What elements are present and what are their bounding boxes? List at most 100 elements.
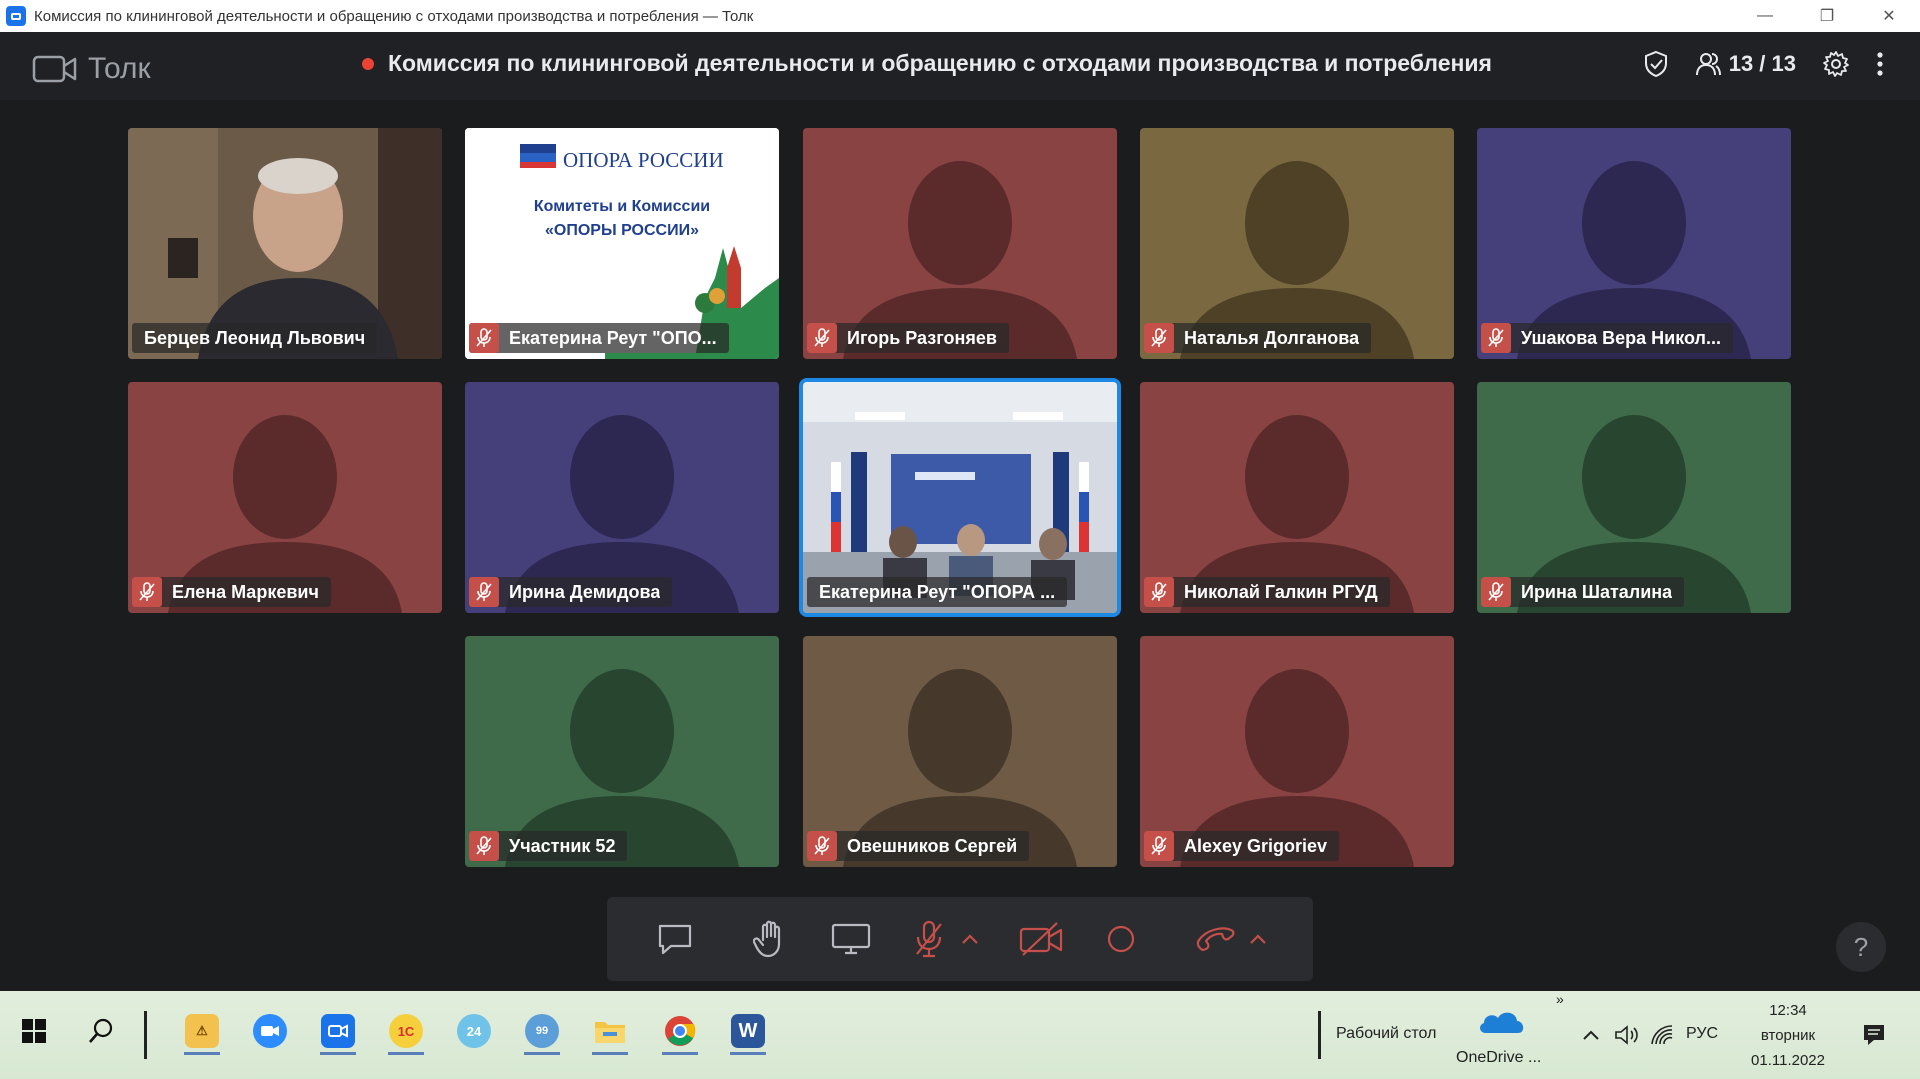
participant-nameplate: Наталья Долганова — [1144, 323, 1372, 353]
raise-hand-button[interactable] — [743, 915, 799, 963]
slide-line2: «ОПОРЫ РОССИИ» — [545, 222, 699, 239]
taskbar-search-button[interactable] — [80, 1007, 124, 1055]
hand-icon — [753, 920, 781, 958]
1c-icon: 1С — [389, 1014, 423, 1048]
bitrix24-icon: 24 — [457, 1014, 491, 1048]
shield-icon[interactable] — [1643, 50, 1669, 78]
tolk-app-icon — [321, 1014, 355, 1048]
app-icon — [6, 6, 26, 26]
help-button[interactable]: ? — [1836, 922, 1886, 972]
input-language[interactable]: РУС — [1686, 1025, 1718, 1043]
participant-tile[interactable]: ОПОРА РОССИИ Комитеты и Комиссии «ОПОРЫ … — [465, 128, 779, 359]
participant-name: Берцев Леонид Львович — [144, 327, 366, 348]
taskbar-app-1c[interactable]: 1С — [384, 1007, 428, 1055]
participants-button[interactable]: 13 / 13 — [1695, 51, 1796, 77]
taskbar-app-notes[interactable]: ⚠ — [180, 1007, 224, 1055]
desktop-toolbar-label[interactable]: Рабочий стол — [1336, 1025, 1436, 1043]
mic-off-icon — [469, 577, 499, 607]
participant-name: Екатерина Реут "ОПО... — [509, 327, 717, 348]
taskbar-app-tolk[interactable] — [316, 1007, 360, 1055]
camera-off-icon — [1019, 922, 1063, 956]
restore-button[interactable]: ❐ — [1796, 0, 1858, 32]
taskbar-app-explorer[interactable] — [588, 1007, 632, 1055]
onedrive-icon[interactable] — [1476, 1005, 1528, 1040]
chrome-icon — [665, 1016, 696, 1046]
camera-toggle-button[interactable] — [1013, 915, 1069, 963]
participant-tile[interactable]: Ушакова Вера Никол... — [1477, 128, 1791, 359]
minimize-button[interactable]: — — [1734, 0, 1796, 32]
participant-name: Игорь Разгоняев — [847, 327, 997, 348]
toolbar-overflow-chevron[interactable]: » — [1556, 991, 1564, 1007]
start-button[interactable] — [12, 1007, 56, 1055]
chat-icon — [658, 924, 692, 955]
clock-date: 01.11.2022 — [1751, 1052, 1825, 1069]
taskbar-app-word[interactable]: W — [726, 1007, 770, 1055]
window-titlebar: Комиссия по клининговой деятельности и о… — [0, 0, 1920, 32]
taskbar-divider — [1318, 1011, 1321, 1059]
meeting-title-text: Комиссия по клининговой деятельности и о… — [388, 50, 1492, 76]
participants-count: 13 / 13 — [1728, 51, 1796, 76]
mic-off-icon — [807, 323, 837, 353]
clock-weekday: вторник — [1760, 1027, 1816, 1044]
record-button[interactable] — [1099, 915, 1143, 963]
participants-grid: Берцев Леонид Львович ОПОРА РОССИИ Комит… — [0, 100, 1920, 992]
gear-icon[interactable] — [1822, 50, 1850, 78]
chat-button[interactable] — [647, 915, 703, 963]
taskbar-app-zoom[interactable] — [248, 1007, 292, 1055]
mic-off-icon — [469, 831, 499, 861]
participant-nameplate: Ушакова Вера Никол... — [1481, 323, 1733, 353]
taskbar-app-24[interactable]: 24 — [452, 1007, 496, 1055]
participant-tile[interactable]: Игорь Разгоняев — [803, 128, 1117, 359]
participant-nameplate: Екатерина Реут "ОПО... — [469, 323, 729, 353]
participant-tile[interactable]: Николай Галкин РГУД — [1140, 382, 1454, 613]
notifications-icon[interactable] — [1862, 1023, 1886, 1047]
zoom-icon — [253, 1014, 287, 1048]
participant-nameplate: Елена Маркевич — [132, 577, 331, 607]
participant-name: Ирина Шаталина — [1521, 581, 1673, 602]
volume-icon[interactable] — [1614, 1024, 1640, 1046]
participant-name: Елена Маркевич — [172, 581, 319, 602]
participant-name: Alexey Grigoriev — [1184, 835, 1328, 856]
participants-icon — [1695, 53, 1721, 76]
participant-name: Екатерина Реут "ОПОРА ... — [819, 581, 1056, 602]
brand: Толк — [32, 52, 151, 86]
folder-icon — [595, 1022, 625, 1043]
taskbar-app-chrome[interactable] — [658, 1007, 702, 1055]
record-icon — [1107, 925, 1135, 953]
participant-tile[interactable]: Участник 52 — [465, 636, 779, 867]
mic-off-icon — [1144, 323, 1174, 353]
participant-tile[interactable]: Ирина Демидова — [465, 382, 779, 613]
participant-tile[interactable]: Наталья Долганова — [1140, 128, 1454, 359]
participant-name: Овешников Сергей — [847, 835, 1018, 856]
monitor-icon — [831, 923, 871, 955]
participant-tile[interactable]: Овешников Сергей — [803, 636, 1117, 867]
participant-tile-active-speaker[interactable]: Екатерина Реут "ОПОРА ... — [799, 378, 1121, 617]
microphone-toggle-button[interactable] — [903, 915, 955, 963]
share-screen-button[interactable] — [823, 915, 879, 963]
clock[interactable]: 12:34 вторник 01.11.2022 — [1738, 999, 1838, 1073]
participant-tile[interactable]: Alexey Grigoriev — [1140, 636, 1454, 867]
leave-call-button[interactable] — [1187, 915, 1243, 963]
chevron-up-icon — [962, 934, 978, 944]
mic-off-icon — [1481, 577, 1511, 607]
participant-nameplate: Берцев Леонид Львович — [132, 323, 378, 353]
wifi-icon[interactable] — [1650, 1024, 1674, 1046]
microphone-options-button[interactable] — [957, 915, 983, 963]
mic-off-icon — [469, 323, 499, 353]
more-vertical-icon[interactable] — [1876, 51, 1884, 77]
onedrive-label[interactable]: OneDrive ... — [1456, 1049, 1541, 1067]
taskbar-app-messenger[interactable]: 99 — [520, 1007, 564, 1055]
chevron-up-icon — [1250, 934, 1266, 944]
taskbar-divider — [144, 1011, 147, 1059]
participant-tile[interactable]: Ирина Шаталина — [1477, 382, 1791, 613]
chevron-up-icon[interactable] — [1582, 1029, 1600, 1041]
participant-nameplate: Участник 52 — [469, 831, 628, 861]
close-button[interactable]: ✕ — [1858, 0, 1920, 32]
participant-name: Участник 52 — [509, 835, 616, 856]
participant-name: Наталья Долганова — [1184, 327, 1360, 348]
meeting-toolbar — [607, 897, 1313, 981]
leave-options-button[interactable] — [1245, 915, 1271, 963]
participant-tile[interactable]: Елена Маркевич — [128, 382, 442, 613]
participant-tile[interactable]: Берцев Леонид Львович — [128, 128, 442, 359]
word-icon: W — [731, 1014, 765, 1048]
